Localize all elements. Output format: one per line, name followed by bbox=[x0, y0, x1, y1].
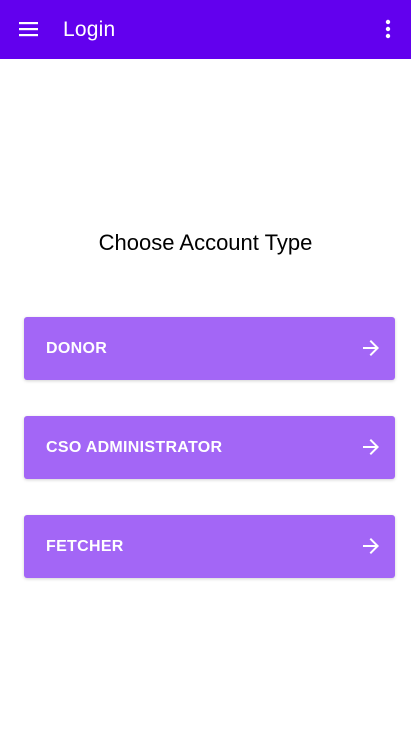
arrow-right-icon bbox=[363, 340, 379, 356]
arrow-right-icon bbox=[363, 538, 379, 554]
fetcher-button-label: FETCHER bbox=[46, 538, 124, 555]
overflow-menu-button[interactable] bbox=[373, 14, 403, 44]
cso-administrator-button-label: CSO ADMINISTRATOR bbox=[46, 439, 223, 456]
cso-administrator-button[interactable]: CSO ADMINISTRATOR bbox=[24, 416, 395, 479]
donor-button-label: DONOR bbox=[46, 340, 108, 357]
arrow-right-icon bbox=[363, 439, 379, 455]
fetcher-button[interactable]: FETCHER bbox=[24, 515, 395, 578]
more-vert-icon bbox=[385, 19, 391, 39]
hamburger-menu-icon bbox=[19, 22, 38, 37]
app-bar-title: Login bbox=[63, 18, 116, 41]
donor-button[interactable]: DONOR bbox=[24, 317, 395, 380]
page-heading: Choose Account Type bbox=[98, 230, 313, 255]
app-bar: Login bbox=[0, 0, 411, 59]
menu-button[interactable] bbox=[14, 14, 44, 44]
